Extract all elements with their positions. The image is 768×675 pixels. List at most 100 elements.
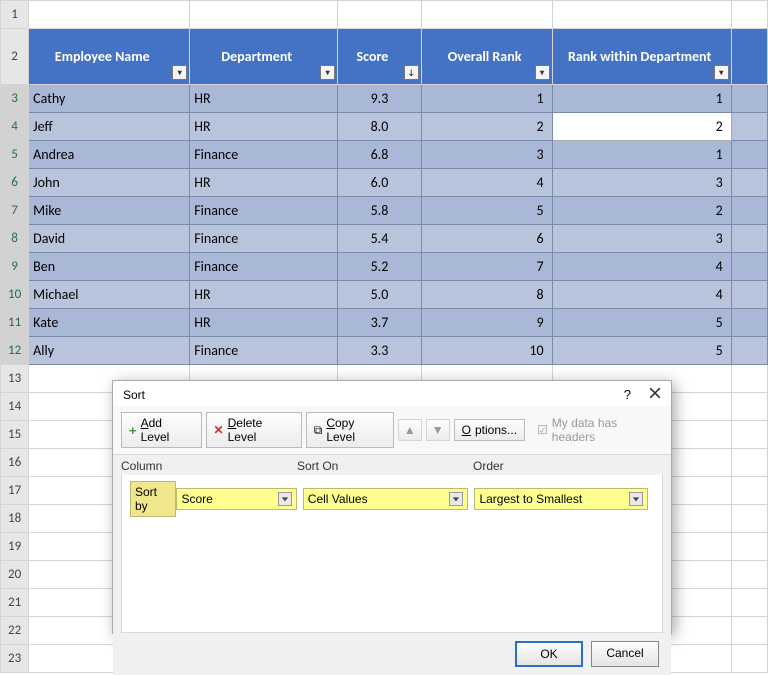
cell[interactable]: David <box>29 225 190 253</box>
cell[interactable]: Kate <box>29 309 190 337</box>
row-header[interactable]: 21 <box>1 589 29 617</box>
active-cell[interactable]: 2 <box>552 113 731 141</box>
cell[interactable]: HR <box>190 281 338 309</box>
headers-checkbox[interactable]: ☑My data has headers <box>537 416 663 444</box>
ok-button[interactable]: OK <box>515 641 583 667</box>
cell[interactable]: 4 <box>421 169 552 197</box>
cell[interactable]: HR <box>190 169 338 197</box>
heading-order: Order <box>473 459 649 473</box>
cell[interactable]: John <box>29 169 190 197</box>
cell[interactable]: Cathy <box>29 85 190 113</box>
help-button[interactable]: ? <box>624 387 631 402</box>
cell[interactable]: HR <box>190 309 338 337</box>
cell[interactable]: Jeff <box>29 113 190 141</box>
cell[interactable]: Ben <box>29 253 190 281</box>
cell[interactable]: HR <box>190 113 338 141</box>
row-header[interactable]: 5 <box>1 141 29 169</box>
cell[interactable]: Andrea <box>29 141 190 169</box>
cell[interactable]: 6.0 <box>338 169 422 197</box>
col-header-score[interactable]: Score↓ <box>338 29 422 85</box>
cell[interactable]: 9.3 <box>338 85 422 113</box>
cell[interactable]: Michael <box>29 281 190 309</box>
row-header[interactable]: 8 <box>1 225 29 253</box>
row-header[interactable]: 16 <box>1 449 29 477</box>
col-header-overall[interactable]: Overall Rank▾ <box>421 29 552 85</box>
cell[interactable]: Finance <box>190 225 338 253</box>
cell[interactable]: 8 <box>421 281 552 309</box>
row-header[interactable]: 20 <box>1 561 29 589</box>
cell[interactable]: 5.4 <box>338 225 422 253</box>
cell[interactable]: 7 <box>421 253 552 281</box>
cell[interactable]: 6 <box>421 225 552 253</box>
filter-dropdown-icon[interactable]: ▾ <box>714 65 729 80</box>
close-icon[interactable] <box>649 387 661 402</box>
cell[interactable]: 5.2 <box>338 253 422 281</box>
cell[interactable]: Finance <box>190 197 338 225</box>
cell[interactable]: 5 <box>552 309 731 337</box>
cell[interactable]: Finance <box>190 337 338 365</box>
col-header-within[interactable]: Rank within Department▾ <box>552 29 731 85</box>
row-header[interactable]: 14 <box>1 393 29 421</box>
cell[interactable]: 5 <box>421 197 552 225</box>
row-header[interactable]: 13 <box>1 365 29 393</box>
cell[interactable]: 5.0 <box>338 281 422 309</box>
sort-column-select[interactable]: Score <box>176 488 296 510</box>
row-header[interactable]: 17 <box>1 477 29 505</box>
move-down-button[interactable]: ▼ <box>426 419 450 441</box>
cancel-button[interactable]: Cancel <box>591 641 659 667</box>
cell[interactable]: Mike <box>29 197 190 225</box>
copy-level-button[interactable]: ⧉Copy Level <box>306 412 394 448</box>
add-level-button[interactable]: +Add Level <box>121 412 202 448</box>
cell[interactable]: 2 <box>552 197 731 225</box>
cell[interactable]: 6.8 <box>338 141 422 169</box>
cell[interactable]: 1 <box>421 85 552 113</box>
filter-dropdown-icon[interactable]: ▾ <box>320 65 335 80</box>
row-header[interactable]: 10 <box>1 281 29 309</box>
row-header[interactable]: 11 <box>1 309 29 337</box>
row-header[interactable]: 18 <box>1 505 29 533</box>
dialog-titlebar: Sort ? <box>113 381 671 406</box>
cell[interactable]: 3 <box>552 225 731 253</box>
cell[interactable]: 5.8 <box>338 197 422 225</box>
row-header[interactable]: 15 <box>1 421 29 449</box>
delete-level-button[interactable]: ✕Delete Level <box>206 412 302 448</box>
move-up-button[interactable]: ▲ <box>398 419 422 441</box>
sort-on-select[interactable]: Cell Values <box>303 488 469 510</box>
cell[interactable]: 9 <box>421 309 552 337</box>
row-header[interactable]: 6 <box>1 169 29 197</box>
cell[interactable]: Finance <box>190 253 338 281</box>
cell[interactable]: 2 <box>421 113 552 141</box>
cell[interactable]: 3.3 <box>338 337 422 365</box>
cell[interactable]: 5 <box>552 337 731 365</box>
col-header-name[interactable]: Employee Name▾ <box>29 29 190 85</box>
cell[interactable]: 3 <box>421 141 552 169</box>
cell[interactable]: 1 <box>552 141 731 169</box>
cell[interactable]: 3 <box>552 169 731 197</box>
row-header[interactable]: 2 <box>1 29 29 85</box>
options-button[interactable]: Options... <box>454 419 525 441</box>
cell[interactable]: 1 <box>552 85 731 113</box>
row-header[interactable]: 9 <box>1 253 29 281</box>
cell[interactable]: 8.0 <box>338 113 422 141</box>
cell[interactable]: 4 <box>552 281 731 309</box>
row-header[interactable]: 7 <box>1 197 29 225</box>
heading-sort-on: Sort On <box>297 459 473 473</box>
cell[interactable]: Ally <box>29 337 190 365</box>
filter-dropdown-icon[interactable]: ▾ <box>535 65 550 80</box>
cell[interactable]: 10 <box>421 337 552 365</box>
filter-dropdown-icon[interactable]: ▾ <box>172 65 187 80</box>
cell[interactable]: 4 <box>552 253 731 281</box>
filter-sort-icon[interactable]: ↓ <box>404 65 419 80</box>
row-header[interactable]: 1 <box>1 1 29 29</box>
sort-order-select[interactable]: Largest to Smallest <box>474 488 648 510</box>
row-header[interactable]: 22 <box>1 617 29 645</box>
sort-levels-list: Sort by Score Cell Values Largest to Sma… <box>121 475 663 633</box>
cell[interactable]: 3.7 <box>338 309 422 337</box>
row-header[interactable]: 19 <box>1 533 29 561</box>
col-header-dept[interactable]: Department▾ <box>190 29 338 85</box>
cell[interactable]: Finance <box>190 141 338 169</box>
row-header[interactable]: 12 <box>1 337 29 365</box>
row-header[interactable]: 3 <box>1 85 29 113</box>
cell[interactable]: HR <box>190 85 338 113</box>
row-header[interactable]: 4 <box>1 113 29 141</box>
